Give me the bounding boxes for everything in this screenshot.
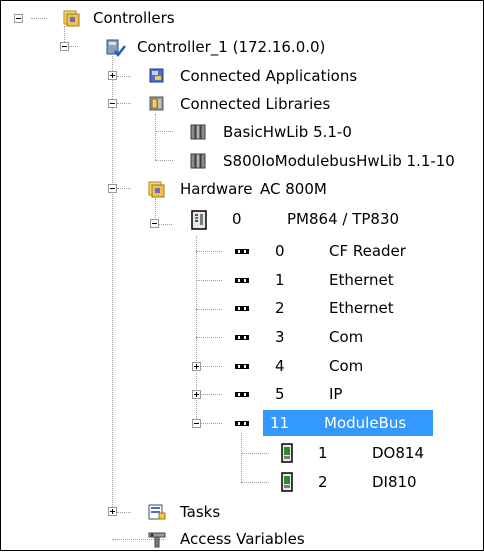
channel-port-icon — [235, 364, 249, 369]
cpu-unit-icon — [191, 210, 207, 230]
tree-node-connected-applications[interactable]: Connected Applications — [147, 66, 387, 90]
channel-position: 1 — [275, 271, 285, 289]
expand-channel-5-toggle[interactable] — [192, 390, 201, 399]
channel-position: 11 — [270, 414, 290, 432]
channel-port-icon — [235, 278, 249, 283]
tree-node-tasks[interactable]: Tasks — [147, 502, 287, 526]
tasks-icon — [148, 504, 166, 520]
tree-node-cpu-pm864[interactable]: 0 PM864 / TP830 — [189, 208, 449, 232]
collapse-controller-toggle[interactable] — [60, 42, 69, 51]
channel-port-icon — [235, 249, 249, 254]
node-label: Controllers — [93, 9, 175, 27]
channel-port-icon — [235, 335, 249, 340]
tree-node-channel-2[interactable]: 2 Ethernet — [232, 298, 432, 322]
project-explorer-tree: Controllers Controller_1 (172.16.0.0) Co… — [0, 0, 484, 551]
node-label: PM864 / TP830 — [287, 210, 400, 228]
node-label: S800IoModulebusHwLib 1.1-10 — [223, 152, 455, 170]
tree-node-controller[interactable]: Controller_1 (172.16.0.0) — [106, 36, 346, 60]
node-label: Com — [329, 357, 364, 375]
node-label: DO814 — [372, 444, 424, 462]
node-label: Access Variables — [180, 530, 305, 548]
tree-node-module-di810[interactable]: 2 DI810 — [277, 472, 457, 496]
module-position: 1 — [318, 444, 328, 462]
library-icon — [149, 96, 164, 111]
tree-node-channel-4[interactable]: 4 Com — [232, 356, 432, 380]
node-label: IP — [329, 385, 343, 403]
library-book-icon — [190, 124, 206, 140]
tree-node-channel-0[interactable]: 0 CF Reader — [232, 241, 432, 265]
node-label: Connected Applications — [180, 67, 358, 85]
node-label: Com — [329, 328, 364, 346]
tree-node-channel-11[interactable]: 11 ModuleBus — [232, 413, 442, 437]
module-position: 2 — [318, 473, 328, 491]
channel-position: 2 — [275, 299, 285, 317]
expand-tasks-toggle[interactable] — [108, 507, 117, 516]
tree-node-channel-1[interactable]: 1 Ethernet — [232, 270, 432, 294]
library-book-icon — [190, 153, 206, 169]
collapse-channel-11-toggle[interactable] — [192, 419, 201, 428]
channel-position: 5 — [275, 385, 285, 403]
channel-position: 0 — [275, 242, 285, 260]
expand-connected-applications-toggle[interactable] — [108, 71, 117, 80]
tree-node-hardware[interactable]: Hardware AC 800M — [147, 179, 387, 203]
node-label: DI810 — [372, 473, 417, 491]
node-label: Controller_1 (172.16.0.0) — [137, 38, 326, 56]
application-icon — [149, 68, 164, 83]
node-label: Connected Libraries — [180, 95, 331, 113]
node-label: Tasks — [180, 503, 221, 521]
node-label: Hardware — [180, 180, 253, 198]
collapse-hardware-toggle[interactable] — [108, 184, 117, 193]
node-label: Ethernet — [329, 271, 394, 289]
channel-port-icon — [235, 306, 249, 311]
hardware-icon — [148, 181, 165, 198]
tree-node-channel-5[interactable]: 5 IP — [232, 384, 432, 408]
node-label: CF Reader — [329, 242, 406, 260]
collapse-cpu-toggle[interactable] — [150, 219, 159, 228]
tree-node-library-basichwlib[interactable]: BasicHwLib 5.1-0 — [188, 122, 388, 146]
tree-node-access-variables[interactable]: Access Variables — [147, 529, 347, 553]
tree-node-controllers[interactable]: Controllers — [62, 8, 192, 32]
channel-position: 4 — [275, 357, 285, 375]
io-module-icon — [281, 472, 293, 492]
collapse-connected-libraries-toggle[interactable] — [108, 99, 117, 108]
channel-position: 3 — [275, 328, 285, 346]
hardware-platform-label: AC 800M — [260, 180, 327, 198]
channel-port-icon — [235, 421, 249, 426]
controllers-icon — [63, 10, 80, 27]
node-label: BasicHwLib 5.1-0 — [223, 123, 352, 141]
tree-node-module-do814[interactable]: 1 DO814 — [277, 443, 457, 467]
tree-node-channel-3[interactable]: 3 Com — [232, 327, 432, 351]
cpu-position: 0 — [232, 210, 242, 228]
expand-channel-4-toggle[interactable] — [192, 362, 201, 371]
io-module-icon — [281, 443, 293, 463]
collapse-controllers-toggle[interactable] — [14, 14, 23, 23]
tree-node-library-s800iomodulebushwlib[interactable]: S800IoModulebusHwLib 1.1-10 — [188, 151, 478, 175]
controller-check-icon — [106, 39, 126, 58]
access-variables-icon — [148, 532, 166, 548]
tree-node-connected-libraries[interactable]: Connected Libraries — [147, 94, 387, 118]
node-label: Ethernet — [329, 299, 394, 317]
channel-port-icon — [235, 392, 249, 397]
node-label: ModuleBus — [324, 414, 407, 432]
